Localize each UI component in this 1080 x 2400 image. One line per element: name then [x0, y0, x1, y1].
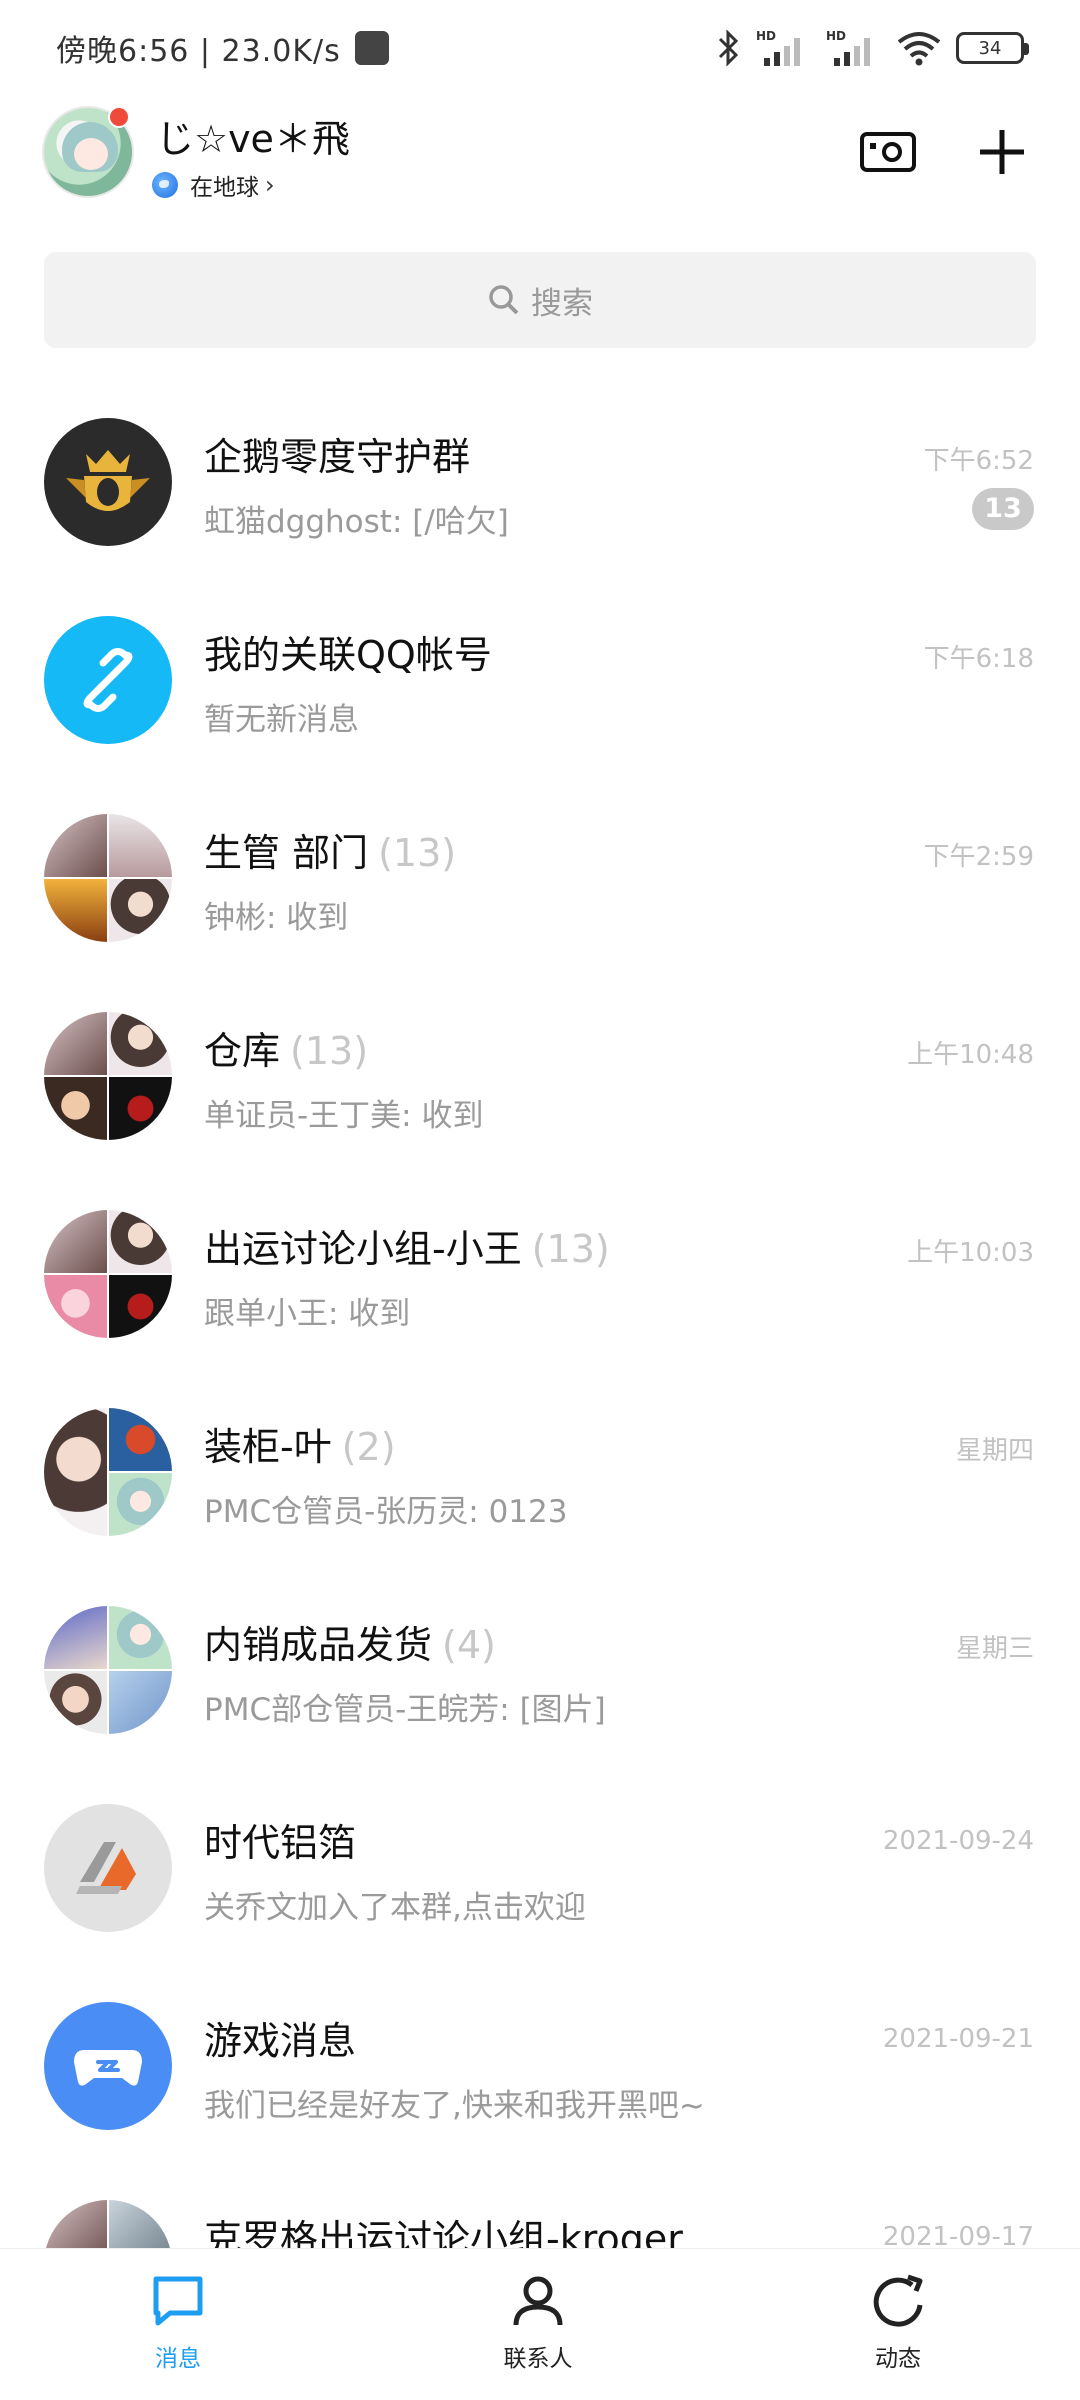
conversation-item[interactable]: 时代铝箔 关乔文加入了本群,点击欢迎 2021-09-24 — [0, 1784, 1080, 1982]
notification-dot — [108, 106, 130, 128]
group-avatar — [44, 1804, 172, 1932]
conversation-time: 下午6:52 — [923, 446, 1034, 476]
tab-messages[interactable]: 消息 — [78, 2249, 278, 2400]
conversation-preview: 单证员-王丁美: 收到 — [204, 1098, 484, 1134]
conversation-time: 下午2:59 — [923, 842, 1034, 872]
conversation-title: 生管 部门 (13) — [204, 831, 457, 875]
tab-updates[interactable]: 动态 — [798, 2249, 998, 2400]
bottom-tab-bar: 消息 联系人 动态 — [0, 2248, 1080, 2400]
status-bar: 傍晚6:56 | 23.0K/s HD HD 34 — [0, 0, 1080, 96]
conversation-preview: 虹猫dgghost: [/哈欠] — [204, 504, 509, 540]
conversation-time: 2021-09-21 — [882, 2024, 1034, 2054]
conversation-title: 我的关联QQ帐号 — [204, 633, 492, 677]
conversation-preview: PMC仓管员-张历灵: 0123 — [204, 1494, 568, 1530]
group-avatar — [44, 1210, 172, 1338]
status-left: 傍晚6:56 | 23.0K/s — [56, 26, 389, 70]
conversation-time: 2021-09-24 — [882, 1826, 1034, 1856]
conversation-preview: 关乔文加入了本群,点击欢迎 — [204, 1890, 586, 1926]
location-label: 在地球 — [190, 175, 259, 201]
crown-shield-icon — [66, 450, 150, 511]
search-bar[interactable]: 搜索 — [44, 252, 1036, 348]
plus-icon — [980, 130, 1024, 174]
camera-button[interactable] — [856, 120, 920, 184]
conversation-title: 出运讨论小组-小王 (13) — [204, 1227, 610, 1271]
conversation-item[interactable]: 内销成品发货 (4) PMC部仓管员-王皖芳: [图片] 星期三 — [0, 1586, 1080, 1784]
tab-label: 消息 — [155, 2346, 201, 2372]
camera-icon — [860, 132, 916, 172]
bluetooth-icon — [718, 29, 739, 67]
conversation-time: 下午6:18 — [923, 644, 1034, 674]
group-avatar — [44, 814, 172, 942]
conversation-preview: 跟单小王: 收到 — [204, 1296, 411, 1332]
refresh-star-icon — [873, 2274, 923, 2327]
conversation-preview: 钟彬: 收到 — [204, 900, 349, 936]
wifi-icon — [897, 32, 941, 66]
search-placeholder: 搜索 — [531, 285, 593, 322]
game-avatar — [44, 2002, 172, 2130]
conversation-preview: 暂无新消息 — [204, 702, 359, 738]
conversation-title: 企鹅零度守护群 — [204, 435, 471, 479]
person-icon — [513, 2276, 563, 2326]
svg-text:HD: HD — [756, 29, 776, 43]
signal-hd-2-icon: HD — [826, 29, 870, 66]
battery-icon: 34 — [956, 32, 1029, 64]
conversation-item[interactable]: 企鹅零度守护群 虹猫dgghost: [/哈欠] 下午6:52 13 — [0, 398, 1080, 596]
group-avatar — [44, 1606, 172, 1734]
unread-badge: 13 — [972, 488, 1034, 530]
conversation-title: 仓库 (13) — [204, 1029, 369, 1073]
conversation-list: 企鹅零度守护群 虹猫dgghost: [/哈欠] 下午6:52 13 我的关联Q… — [0, 398, 1080, 2378]
company-logo-icon — [76, 1842, 136, 1894]
nickname[interactable]: じ☆ve＊飛 — [156, 108, 350, 163]
battery-level: 34 — [978, 37, 1002, 59]
conversation-item[interactable]: 出运讨论小组-小王 (13) 跟单小王: 收到 上午10:03 — [0, 1190, 1080, 1388]
add-button[interactable] — [970, 120, 1034, 184]
tab-label: 动态 — [875, 2346, 921, 2372]
search-icon — [489, 285, 519, 315]
group-avatar — [44, 1012, 172, 1140]
link-icon — [83, 648, 133, 712]
notification-app-icon — [354, 31, 389, 65]
conversation-time: 星期四 — [955, 1436, 1034, 1466]
conversation-item[interactable]: 生管 部门 (13) 钟彬: 收到 下午2:59 — [0, 794, 1080, 992]
conversation-title: 时代铝箔 — [204, 1821, 357, 1865]
location-status[interactable]: 在地球 › — [152, 168, 275, 202]
conversation-item[interactable]: 游戏消息 我们已经是好友了,快来和我开黑吧~ 2021-09-21 — [0, 1982, 1080, 2180]
conversation-item[interactable]: 装柜-叶 (2) PMC仓管员-张历灵: 0123 星期四 — [0, 1388, 1080, 1586]
group-avatar — [44, 1408, 172, 1536]
conversation-title: 装柜-叶 (2) — [204, 1425, 396, 1469]
conversation-preview: PMC部仓管员-王皖芳: [图片] — [204, 1692, 606, 1728]
conversation-time: 上午10:03 — [907, 1238, 1034, 1268]
tab-label: 联系人 — [503, 2346, 573, 2372]
chevron-right-icon: › — [265, 171, 275, 199]
status-right: HD HD 34 — [716, 28, 1029, 68]
conversation-item[interactable]: 我的关联QQ帐号 暂无新消息 下午6:18 — [0, 596, 1080, 794]
status-time-speed: 傍晚6:56 | 23.0K/s — [56, 34, 341, 69]
conversation-item[interactable]: 仓库 (13) 单证员-王丁美: 收到 上午10:48 — [0, 992, 1080, 1190]
chat-bubble-icon — [153, 2276, 203, 2326]
conversation-title: 内销成品发货 (4) — [204, 1623, 496, 1667]
gamepad-icon — [74, 2050, 142, 2086]
signal-hd-1-icon: HD — [756, 29, 800, 66]
conversation-time: 上午10:48 — [907, 1040, 1034, 1070]
group-avatar — [44, 418, 172, 546]
conversation-time: 星期三 — [955, 1634, 1034, 1664]
conversation-preview: 我们已经是好友了,快来和我开黑吧~ — [204, 2088, 705, 2124]
tab-contacts[interactable]: 联系人 — [438, 2249, 638, 2400]
linked-account-avatar — [44, 616, 172, 744]
svg-text:HD: HD — [826, 29, 846, 43]
header: じ☆ve＊飛 在地球 › — [0, 100, 1080, 210]
conversation-title: 游戏消息 — [204, 2019, 357, 2063]
globe-icon — [152, 172, 178, 198]
